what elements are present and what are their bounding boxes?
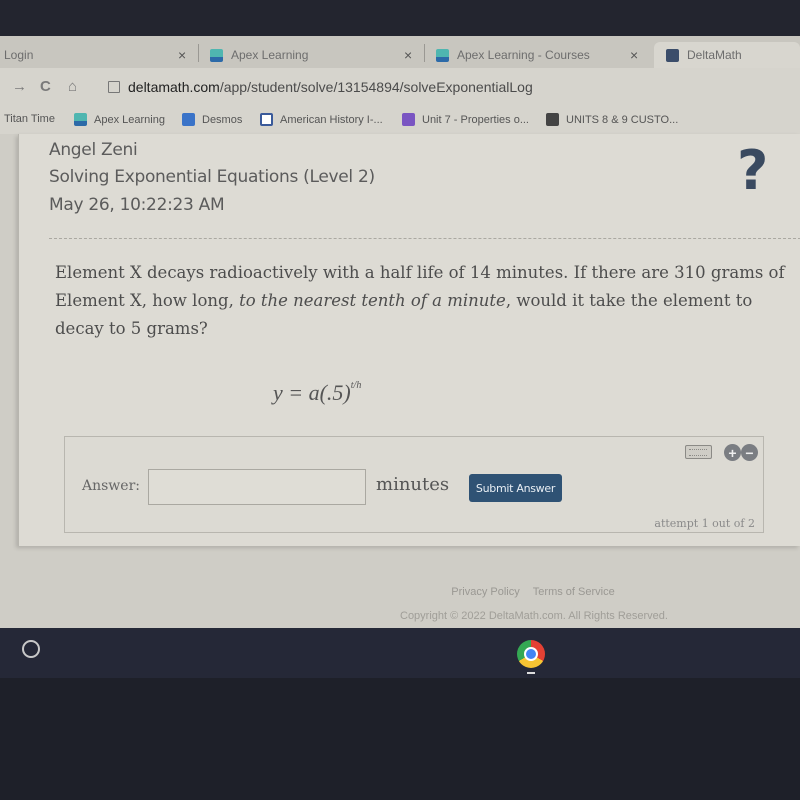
deltamath-icon (666, 48, 679, 62)
tab-deltamath[interactable]: DeltaMath (654, 42, 800, 68)
address-bar-row: → C ⌂ deltamath.com/app/student/solve/13… (0, 68, 800, 106)
student-name: Angel Zeni (49, 140, 138, 160)
bookmark-desmos[interactable]: Desmos (182, 113, 242, 126)
bookmark-label: UNITS 8 & 9 CUSTO... (566, 113, 679, 126)
tab-apex-courses[interactable]: Apex Learning - Courses × (436, 42, 646, 68)
tab-separator (198, 44, 199, 62)
bookmark-american-history[interactable]: American History I-... (260, 113, 383, 126)
tab-apex-learning[interactable]: Apex Learning × (210, 42, 420, 68)
person-icon (546, 113, 559, 126)
divider (49, 238, 800, 239)
bookmark-label: Apex Learning (94, 113, 165, 126)
apex-icon (436, 48, 449, 62)
tab-label: Apex Learning (231, 48, 309, 62)
problem-text: Element X decays radioactively with a ha… (55, 259, 785, 343)
reload-button[interactable]: C (40, 78, 51, 95)
attempt-counter: attempt 1 out of 2 (654, 517, 755, 530)
formula: y = a(.5)t/h (273, 380, 361, 406)
list-icon (402, 113, 415, 126)
bookmark-units-8-9[interactable]: UNITS 8 & 9 CUSTO... (546, 113, 678, 126)
bookmark-label: Desmos (202, 113, 243, 126)
home-button[interactable]: ⌂ (68, 78, 77, 95)
close-icon[interactable]: × (178, 47, 186, 63)
zoom-in-icon[interactable]: + (724, 444, 741, 461)
bookmark-label: Titan Time (4, 113, 55, 125)
apex-icon (74, 113, 87, 126)
url-domain: deltamath.com (128, 79, 220, 95)
os-shelf (0, 628, 800, 678)
answer-input[interactable] (148, 469, 366, 505)
url-field[interactable]: deltamath.com/app/student/solve/13154894… (128, 79, 533, 95)
tab-login[interactable]: Login × (4, 42, 194, 68)
forward-button[interactable]: → (12, 78, 27, 95)
skill-title: Solving Exponential Equations (Level 2) (49, 167, 375, 187)
bookmark-label: American History I-... (280, 113, 383, 126)
tab-label: Login (4, 48, 34, 62)
running-indicator (527, 672, 535, 674)
page-content: Angel Zeni Solving Exponential Equations… (0, 134, 800, 628)
launcher-icon[interactable] (22, 640, 40, 658)
bookmark-apex-learning[interactable]: Apex Learning (74, 113, 165, 126)
chrome-icon[interactable] (517, 640, 545, 668)
formula-main: y = a(.5) (273, 380, 351, 405)
submit-answer-button[interactable]: Submit Answer (469, 474, 562, 502)
answer-label: Answer: (82, 478, 140, 494)
bookmark-titan-time[interactable]: Titan Time (4, 113, 55, 125)
bookmark-unit-7[interactable]: Unit 7 - Properties o... (402, 113, 529, 126)
zoom-out-icon[interactable]: − (741, 444, 758, 461)
copyright: Copyright © 2022 DeltaMath.com. All Righ… (400, 610, 668, 622)
keyboard-icon[interactable] (685, 445, 712, 459)
url-path: /app/student/solve/13154894/solveExponen… (219, 79, 533, 95)
help-icon[interactable]: ? (737, 144, 768, 198)
privacy-policy-link[interactable]: Privacy Policy (451, 586, 519, 598)
close-icon[interactable]: × (404, 47, 412, 63)
footer-links: Privacy Policy Terms of Service (0, 586, 800, 598)
bookmarks-bar: Titan Time Apex Learning Desmos American… (0, 106, 800, 134)
browser-tabstrip: Login × Apex Learning × Apex Learning - … (0, 36, 800, 68)
screen-bezel-bottom (0, 678, 800, 800)
book-icon (260, 113, 273, 126)
apex-icon (210, 48, 223, 62)
page-info-icon[interactable] (108, 81, 120, 93)
screen-bezel-top (0, 0, 800, 36)
problem-card: Angel Zeni Solving Exponential Equations… (18, 134, 800, 546)
problem-text-emphasis: to the nearest tenth of a minute (239, 291, 506, 310)
answer-unit: minutes (376, 474, 450, 495)
tab-label: Apex Learning - Courses (457, 48, 590, 62)
answer-box: + − Answer: minutes Submit Answer attemp… (64, 436, 764, 533)
terms-of-service-link[interactable]: Terms of Service (533, 586, 615, 598)
tab-separator (424, 44, 425, 62)
tab-label: DeltaMath (687, 48, 742, 62)
timestamp: May 26, 10:22:23 AM (49, 195, 225, 215)
close-icon[interactable]: × (630, 47, 638, 63)
formula-exponent: t/h (350, 380, 362, 391)
bookmark-label: Unit 7 - Properties o... (422, 113, 529, 126)
desmos-icon (182, 113, 195, 126)
